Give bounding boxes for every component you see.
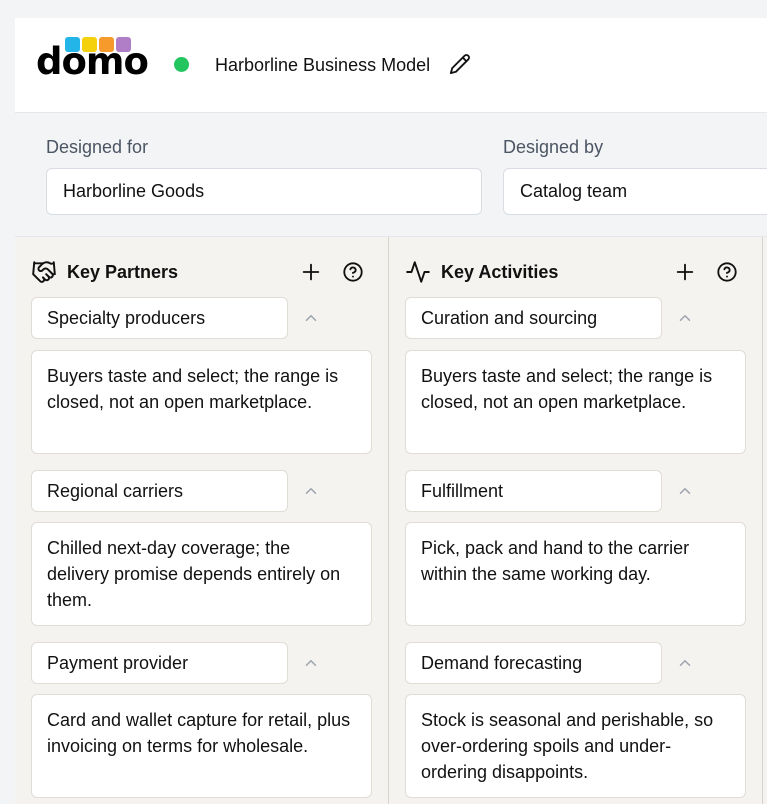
item-title[interactable]: Payment provider — [31, 642, 288, 684]
activity-icon — [406, 261, 430, 283]
column-header: Key Activities — [389, 259, 762, 285]
item-description[interactable]: Pick, pack and hand to the carrier withi… — [405, 522, 746, 626]
designed-by-label: Designed by — [503, 137, 604, 157]
canvas-area: Key Partners Specialty producers Buyers … — [15, 236, 767, 804]
domo-logo[interactable]: domo — [36, 35, 149, 85]
chevron-up-icon[interactable] — [302, 654, 320, 672]
status-indicator — [174, 57, 189, 72]
column-key-partners: Key Partners Specialty producers Buyers … — [15, 237, 389, 804]
handshake-icon — [32, 261, 56, 283]
pencil-icon[interactable] — [449, 53, 471, 75]
help-icon[interactable] — [716, 261, 738, 283]
chevron-up-icon[interactable] — [676, 654, 694, 672]
column-title: Key Activities — [441, 262, 559, 282]
chevron-up-icon[interactable] — [676, 482, 694, 500]
logo-wordmark: domo — [36, 40, 149, 83]
model-title: Harborline Business Model — [215, 55, 431, 75]
item-title[interactable]: Demand forecasting — [405, 642, 662, 684]
chevron-up-icon[interactable] — [676, 309, 694, 327]
item-description[interactable]: Buyers taste and select; the range is cl… — [405, 350, 746, 454]
item-title[interactable]: Regional carriers — [31, 470, 288, 512]
item-description[interactable]: Stock is seasonal and perishable, so ove… — [405, 694, 746, 798]
help-icon[interactable] — [342, 261, 364, 283]
column-header: Key Partners — [15, 259, 388, 285]
item-title[interactable]: Curation and sourcing — [405, 297, 662, 339]
designed-by-field[interactable]: Catalog team — [503, 168, 767, 215]
column-key-activities: Key Activities Curation and sourcing Buy… — [389, 237, 763, 804]
item-title[interactable]: Fulfillment — [405, 470, 662, 512]
chevron-up-icon[interactable] — [302, 482, 320, 500]
app-window: domo Harborline Business Model Designed … — [15, 18, 767, 804]
designed-for-field[interactable]: Harborline Goods — [46, 168, 482, 215]
column-title: Key Partners — [67, 262, 179, 282]
chevron-up-icon[interactable] — [302, 309, 320, 327]
item-description[interactable]: Card and wallet capture for retail, plus… — [31, 694, 372, 798]
item-title[interactable]: Specialty producers — [31, 297, 288, 339]
header-bar: domo Harborline Business Model — [15, 18, 767, 113]
plus-icon[interactable] — [674, 261, 696, 283]
item-description[interactable]: Chilled next-day coverage; the delivery … — [31, 522, 372, 626]
designed-for-label: Designed for — [46, 137, 149, 157]
plus-icon[interactable] — [300, 261, 322, 283]
item-description[interactable]: Buyers taste and select; the range is cl… — [31, 350, 372, 454]
